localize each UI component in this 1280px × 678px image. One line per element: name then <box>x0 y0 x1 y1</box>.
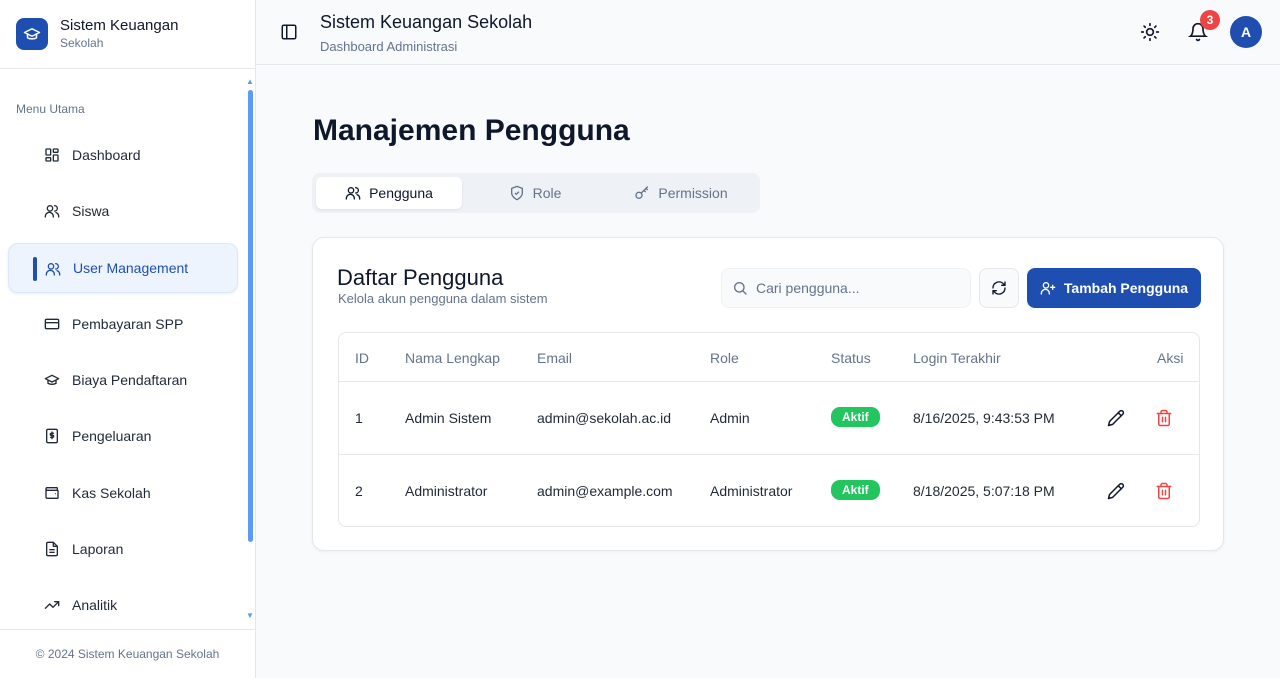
sidebar-toggle-icon[interactable] <box>280 23 298 41</box>
graduation-cap-icon <box>44 374 60 386</box>
tab-permission[interactable]: Permission <box>608 177 754 209</box>
add-user-label: Tambah Pengguna <box>1063 280 1189 296</box>
sun-icon[interactable] <box>1140 22 1160 42</box>
users-icon <box>44 205 60 218</box>
sidebar: Sistem Keuangan Sekolah Menu Utama Dashb… <box>0 0 256 678</box>
scroll-up-arrow-icon[interactable]: ▲ <box>246 78 254 86</box>
column-header-name[interactable]: Nama Lengkap <box>405 350 500 366</box>
cell-role: Administrator <box>710 483 793 499</box>
tab-label: Pengguna <box>369 185 433 201</box>
sidebar-item-label: Pembayaran SPP <box>72 315 184 332</box>
sidebar-item-dashboard[interactable]: Dashboard <box>8 130 238 180</box>
sidebar-item-pembayaran-spp[interactable]: Pembayaran SPP <box>8 299 238 349</box>
cell-name: Admin Sistem <box>405 410 492 426</box>
users-icon <box>45 262 61 276</box>
tab-role[interactable]: Role <box>462 177 608 209</box>
search-input[interactable] <box>756 280 956 296</box>
sidebar-item-label: Laporan <box>72 541 124 558</box>
users-icon <box>345 187 361 200</box>
sidebar-item-label: Siswa <box>72 203 110 220</box>
cell-name: Administrator <box>405 483 488 499</box>
card-subtitle: Kelola akun pengguna dalam sistem <box>338 291 548 306</box>
sidebar-footer: © 2024 Sistem Keuangan Sekolah <box>0 629 255 678</box>
cell-email: admin@example.com <box>537 483 673 499</box>
header-title: Sistem Keuangan Sekolah <box>320 12 533 32</box>
credit-card-icon <box>44 318 60 330</box>
search-icon <box>734 282 747 295</box>
cell-last-login: 8/18/2025, 5:07:18 PM <box>913 483 1055 499</box>
tab-label: Role <box>532 185 562 201</box>
tab-bar: Pengguna Role Permission <box>312 173 760 213</box>
page-title: Manajemen Pengguna <box>313 114 630 147</box>
dashboard-icon <box>45 148 59 162</box>
trash-icon[interactable] <box>1155 409 1173 427</box>
column-header-id[interactable]: ID <box>355 350 369 366</box>
scroll-down-arrow-icon[interactable]: ▼ <box>246 612 254 620</box>
sidebar-item-user-management[interactable]: User Management <box>8 242 238 293</box>
sidebar-item-siswa[interactable]: Siswa <box>8 186 238 236</box>
brand-title: Sistem Keuangan <box>60 17 179 34</box>
sidebar-scrollbar[interactable] <box>248 90 253 542</box>
cell-last-login: 8/16/2025, 9:43:53 PM <box>913 410 1055 426</box>
cell-role: Admin <box>710 410 750 426</box>
menu-section-label: Menu Utama <box>16 102 85 116</box>
sidebar-item-label: User Management <box>73 259 189 276</box>
refresh-button[interactable] <box>979 268 1019 308</box>
column-header-status[interactable]: Status <box>831 350 871 366</box>
trash-icon[interactable] <box>1155 482 1173 500</box>
edit-pencil-icon[interactable] <box>1107 482 1125 500</box>
card-title: Daftar Pengguna <box>337 265 504 290</box>
sidebar-item-label: Biaya Pendaftaran <box>72 372 188 389</box>
user-list-card: Daftar Pengguna Kelola akun pengguna dal… <box>312 237 1224 551</box>
sidebar-item-label: Dashboard <box>72 147 141 163</box>
file-icon <box>46 541 58 557</box>
column-header-actions: Aksi <box>1157 350 1184 366</box>
refresh-icon <box>992 281 1006 295</box>
status-badge: Aktif <box>831 407 880 427</box>
cell-id: 1 <box>355 410 363 426</box>
sidebar-item-biaya-pendaftaran[interactable]: Biaya Pendaftaran <box>8 355 238 405</box>
users-table: ID Nama Lengkap Email Role Status Login … <box>338 332 1200 527</box>
brand-subtitle: Sekolah <box>60 36 104 50</box>
notification-badge: 3 <box>1200 10 1220 30</box>
key-icon <box>635 186 649 199</box>
column-header-email[interactable]: Email <box>537 350 572 366</box>
receipt-icon <box>46 429 58 444</box>
sidebar-item-label: Pengeluaran <box>72 428 152 445</box>
column-header-role[interactable]: Role <box>710 350 739 366</box>
sidebar-item-label: Analitik <box>72 597 118 614</box>
search-box <box>721 268 971 308</box>
tab-label: Permission <box>658 185 728 201</box>
brand[interactable]: Sistem Keuangan Sekolah <box>0 0 255 69</box>
column-header-last-login[interactable]: Login Terakhir <box>913 350 1001 366</box>
table-row: 1 Admin Sistem admin@sekolah.ac.id Admin… <box>339 382 1199 455</box>
header-subtitle: Dashboard Administrasi <box>320 39 458 54</box>
table-row: 2 Administrator admin@example.com Admini… <box>339 455 1199 526</box>
sidebar-item-analitik[interactable]: Analitik <box>8 580 238 630</box>
top-header: Sistem Keuangan Sekolah Dashboard Admini… <box>256 0 1280 65</box>
user-avatar[interactable]: A <box>1230 16 1262 48</box>
wallet-icon <box>45 486 59 499</box>
sidebar-item-label: Kas Sekolah <box>72 484 151 501</box>
edit-pencil-icon[interactable] <box>1107 409 1125 427</box>
sidebar-item-pengeluaran[interactable]: Pengeluaran <box>8 411 238 461</box>
add-user-button[interactable]: Tambah Pengguna <box>1027 268 1201 308</box>
shield-icon <box>510 185 523 201</box>
sidebar-item-kas-sekolah[interactable]: Kas Sekolah <box>8 468 238 518</box>
trending-up-icon <box>44 601 60 610</box>
graduation-cap-icon <box>16 18 48 50</box>
status-badge: Aktif <box>831 480 880 500</box>
tab-pengguna[interactable]: Pengguna <box>316 177 462 209</box>
sidebar-nav: Dashboard Siswa User Management Pembayar… <box>8 130 238 637</box>
cell-id: 2 <box>355 483 363 499</box>
sidebar-item-laporan[interactable]: Laporan <box>8 524 238 574</box>
cell-email: admin@sekolah.ac.id <box>537 410 672 426</box>
table-header: ID Nama Lengkap Email Role Status Login … <box>339 333 1199 382</box>
user-plus-icon <box>1040 282 1056 295</box>
